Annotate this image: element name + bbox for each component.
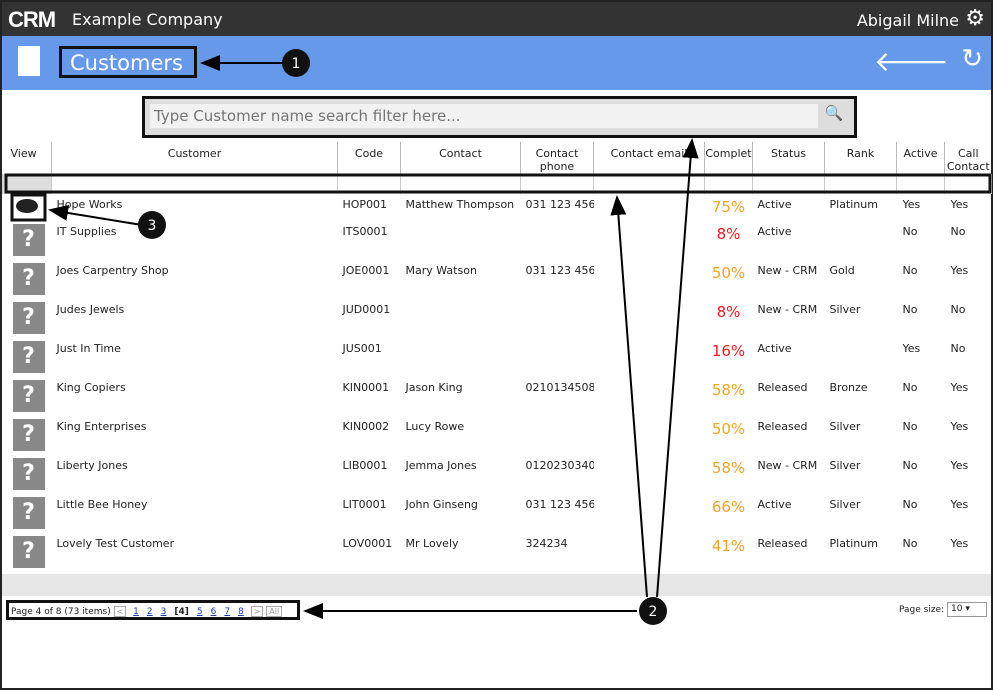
annotations: 1 2 3 [4,49,992,625]
filter-row-highlight [4,173,992,194]
view-highlight [10,193,47,222]
callout-label: 3 [148,218,157,234]
callout-label: 1 [292,56,301,72]
callout-label: 2 [649,604,658,620]
